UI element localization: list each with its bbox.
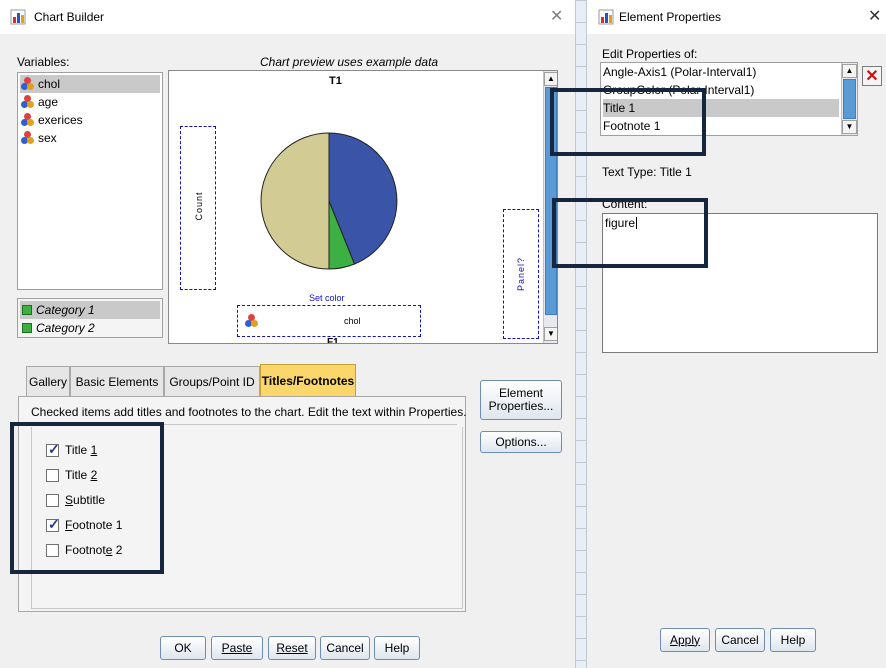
button-label: Reset (276, 640, 308, 655)
variable-item[interactable]: chol (20, 75, 160, 93)
variable-item[interactable]: age (20, 93, 160, 111)
button-label: Apply (669, 632, 701, 647)
tab-label: Gallery (28, 374, 67, 389)
panel-label: Panel? (516, 256, 526, 292)
scroll-up-icon[interactable]: ▲ (842, 64, 857, 78)
tab-label: Groups/Point ID (169, 374, 255, 389)
app-icon (10, 9, 26, 25)
help-button[interactable]: Help (374, 636, 420, 660)
pie-chart[interactable] (259, 131, 399, 271)
variable-label: exerices (38, 113, 83, 127)
edit-properties-label: Edit Properties of: (602, 47, 698, 61)
item-label: Angle-Axis1 (Polar-Interval1) (603, 65, 757, 79)
chart-builder-titlebar: Chart Builder ✕ (0, 0, 575, 34)
preview-note: Chart preview uses example data (260, 55, 439, 69)
cancel-button[interactable]: Cancel (320, 636, 370, 660)
category-item[interactable]: Category 2 (20, 319, 160, 337)
app-icon (598, 9, 614, 25)
button-label: Help (780, 632, 806, 647)
close-icon[interactable]: ✕ (868, 9, 881, 25)
help-button[interactable]: Help (770, 628, 816, 652)
categories-list[interactable]: Category 1 Category 2 (17, 298, 163, 338)
scale-variable-icon (21, 131, 35, 145)
variable-label: age (38, 95, 59, 109)
button-label: Cancel (721, 632, 759, 647)
properties-scrollbar[interactable]: ▲ ▼ (841, 63, 857, 135)
variable-label: sex (38, 131, 57, 145)
scale-variable-icon (21, 95, 35, 109)
ok-button[interactable]: OK (160, 636, 206, 660)
button-label: Options... (495, 434, 547, 449)
scale-variable-icon (21, 113, 35, 127)
tab-label: Basic Elements (75, 374, 159, 389)
window-title: Element Properties (619, 10, 722, 24)
variables-label: Variables: (17, 55, 70, 69)
scroll-up-icon[interactable]: ▲ (544, 72, 557, 86)
text-type-label: Text Type: Title 1 (602, 165, 692, 179)
pie-slice-tan (260, 132, 330, 270)
highlight-box-content (552, 198, 708, 268)
element-properties-titlebar: Element Properties ✕ (587, 0, 886, 34)
panel-help-text: Checked items add titles and footnotes t… (31, 405, 467, 419)
highlight-box-checkboxes (10, 422, 164, 574)
paste-button[interactable]: Paste (211, 636, 263, 660)
close-icon[interactable]: ✕ (550, 9, 563, 25)
category-label: Category 2 (36, 321, 95, 335)
chart-builder-window: Chart Builder ✕ Variables: chol age exer… (0, 0, 575, 668)
button-label: Paste (221, 640, 253, 655)
tab-label: Titles/Footnotes (261, 373, 355, 388)
element-properties-button[interactable]: Element Properties... (480, 380, 562, 420)
category-icon (22, 323, 32, 333)
reset-button[interactable]: Reset (268, 636, 316, 660)
variables-list[interactable]: chol age exerices sex (17, 72, 163, 290)
variable-item[interactable]: exerices (20, 111, 160, 129)
chart-preview[interactable]: T1 Count Set color chol Panel? F1 ▲ ▼ (168, 70, 558, 344)
variable-label: chol (38, 77, 61, 91)
scale-variable-icon (245, 314, 259, 328)
category-icon (22, 305, 32, 315)
apply-button[interactable]: Apply (660, 628, 710, 652)
button-label: Cancel (326, 640, 364, 655)
scroll-down-icon[interactable]: ▼ (544, 327, 557, 341)
color-drop-zone[interactable]: chol (237, 305, 421, 337)
button-label: OK (174, 640, 192, 655)
set-color-label: Set color (309, 293, 345, 303)
options-button[interactable]: Options... (480, 431, 562, 453)
cancel-button[interactable]: Cancel (715, 628, 765, 652)
scroll-thumb[interactable] (843, 79, 856, 119)
footnote-peek: F1 (327, 337, 339, 344)
category-label: Category 1 (36, 303, 95, 317)
properties-item[interactable]: Angle-Axis1 (Polar-Interval1) (603, 63, 855, 81)
variable-item[interactable]: sex (20, 129, 160, 147)
tab-titles-footnotes[interactable]: Titles/Footnotes (260, 364, 356, 396)
category-item[interactable]: Category 1 (20, 301, 160, 319)
window-title: Chart Builder (34, 10, 105, 24)
y-axis-label: Count (194, 191, 204, 221)
button-label: Help (384, 640, 410, 655)
highlight-box-title-item (550, 88, 706, 156)
remove-icon[interactable]: ✕ (862, 66, 882, 86)
tab-gallery[interactable]: Gallery (26, 366, 70, 396)
scroll-down-icon[interactable]: ▼ (842, 120, 857, 134)
color-variable: chol (344, 316, 361, 326)
preview-title[interactable]: T1 (329, 75, 342, 87)
tab-basic-elements[interactable]: Basic Elements (70, 366, 164, 396)
button-label: Element Properties... (488, 386, 554, 413)
scale-variable-icon (21, 77, 35, 91)
tab-groups-point-id[interactable]: Groups/Point ID (164, 366, 260, 396)
